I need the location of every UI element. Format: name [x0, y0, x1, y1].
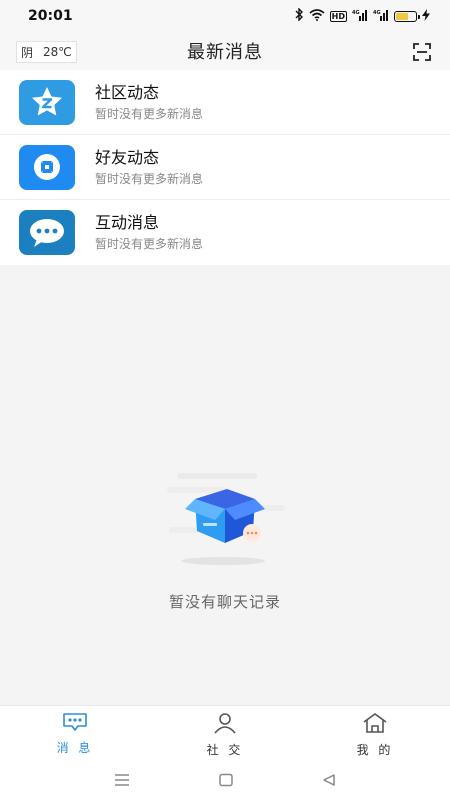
signal-icon-2: 4G	[373, 9, 389, 24]
status-icons: HD 4G 4G	[294, 7, 430, 24]
message-item-title: 社区动态	[95, 82, 160, 102]
status-time: 20:01	[28, 8, 73, 24]
hd-icon: HD	[329, 10, 347, 22]
weather-condition: 阴	[21, 45, 34, 60]
battery-icon	[394, 10, 420, 22]
message-item-interaction[interactable]: 互动消息 暂时没有更多新消息	[0, 200, 450, 265]
wifi-icon	[309, 8, 325, 24]
weather-temperature: 28℃	[43, 45, 72, 59]
message-item-title: 好友动态	[95, 147, 160, 167]
tab-label: 我 的	[356, 743, 394, 757]
tab-label: 社 交	[206, 743, 244, 757]
friend-shutter-icon	[19, 144, 75, 190]
menu-icon[interactable]	[113, 772, 131, 791]
message-icon	[62, 712, 88, 736]
bottom-tab-bar: 消 息 社 交 我 的	[0, 705, 450, 763]
svg-text:4G: 4G	[352, 10, 360, 16]
tab-messages[interactable]: 消 息	[0, 706, 150, 763]
weather-widget[interactable]: 阴 28℃	[16, 41, 77, 63]
bluetooth-icon	[294, 7, 304, 24]
system-nav-bar	[0, 763, 450, 800]
header: 阴 28℃ 最新消息	[0, 32, 450, 70]
message-item-title: 互动消息	[95, 213, 160, 232]
community-star-icon	[19, 79, 75, 125]
scan-icon[interactable]	[412, 42, 432, 62]
empty-state-text: 暂没有聊天记录	[168, 593, 281, 611]
tab-mine[interactable]: 我 的	[300, 706, 450, 763]
svg-text:4G: 4G	[373, 10, 381, 16]
tab-social[interactable]: 社 交	[150, 706, 300, 763]
person-icon	[213, 712, 237, 738]
message-item-subtitle: 暂时没有更多新消息	[95, 171, 204, 186]
chat-bubble-icon	[19, 210, 75, 255]
message-item-subtitle: 暂时没有更多新消息	[95, 106, 204, 121]
page-title: 最新消息	[187, 42, 263, 63]
message-list: 社区动态 暂时没有更多新消息 好友动态 暂时没有更多新消息 互动消息 暂时没有更…	[0, 70, 450, 265]
home-button-icon[interactable]	[218, 772, 234, 791]
home-icon	[362, 712, 388, 738]
back-icon[interactable]	[321, 772, 337, 791]
tab-label: 消 息	[56, 741, 94, 755]
empty-box-illustration	[155, 473, 295, 579]
empty-state: 暂没有聊天记录	[0, 465, 450, 611]
message-item-subtitle: 暂时没有更多新消息	[95, 237, 204, 251]
charging-icon	[422, 8, 430, 24]
signal-icon-1: 4G	[352, 9, 368, 24]
message-item-community[interactable]: 社区动态 暂时没有更多新消息	[0, 70, 450, 135]
message-item-friends[interactable]: 好友动态 暂时没有更多新消息	[0, 135, 450, 200]
status-bar: 20:01 HD 4G 4G	[0, 0, 450, 32]
